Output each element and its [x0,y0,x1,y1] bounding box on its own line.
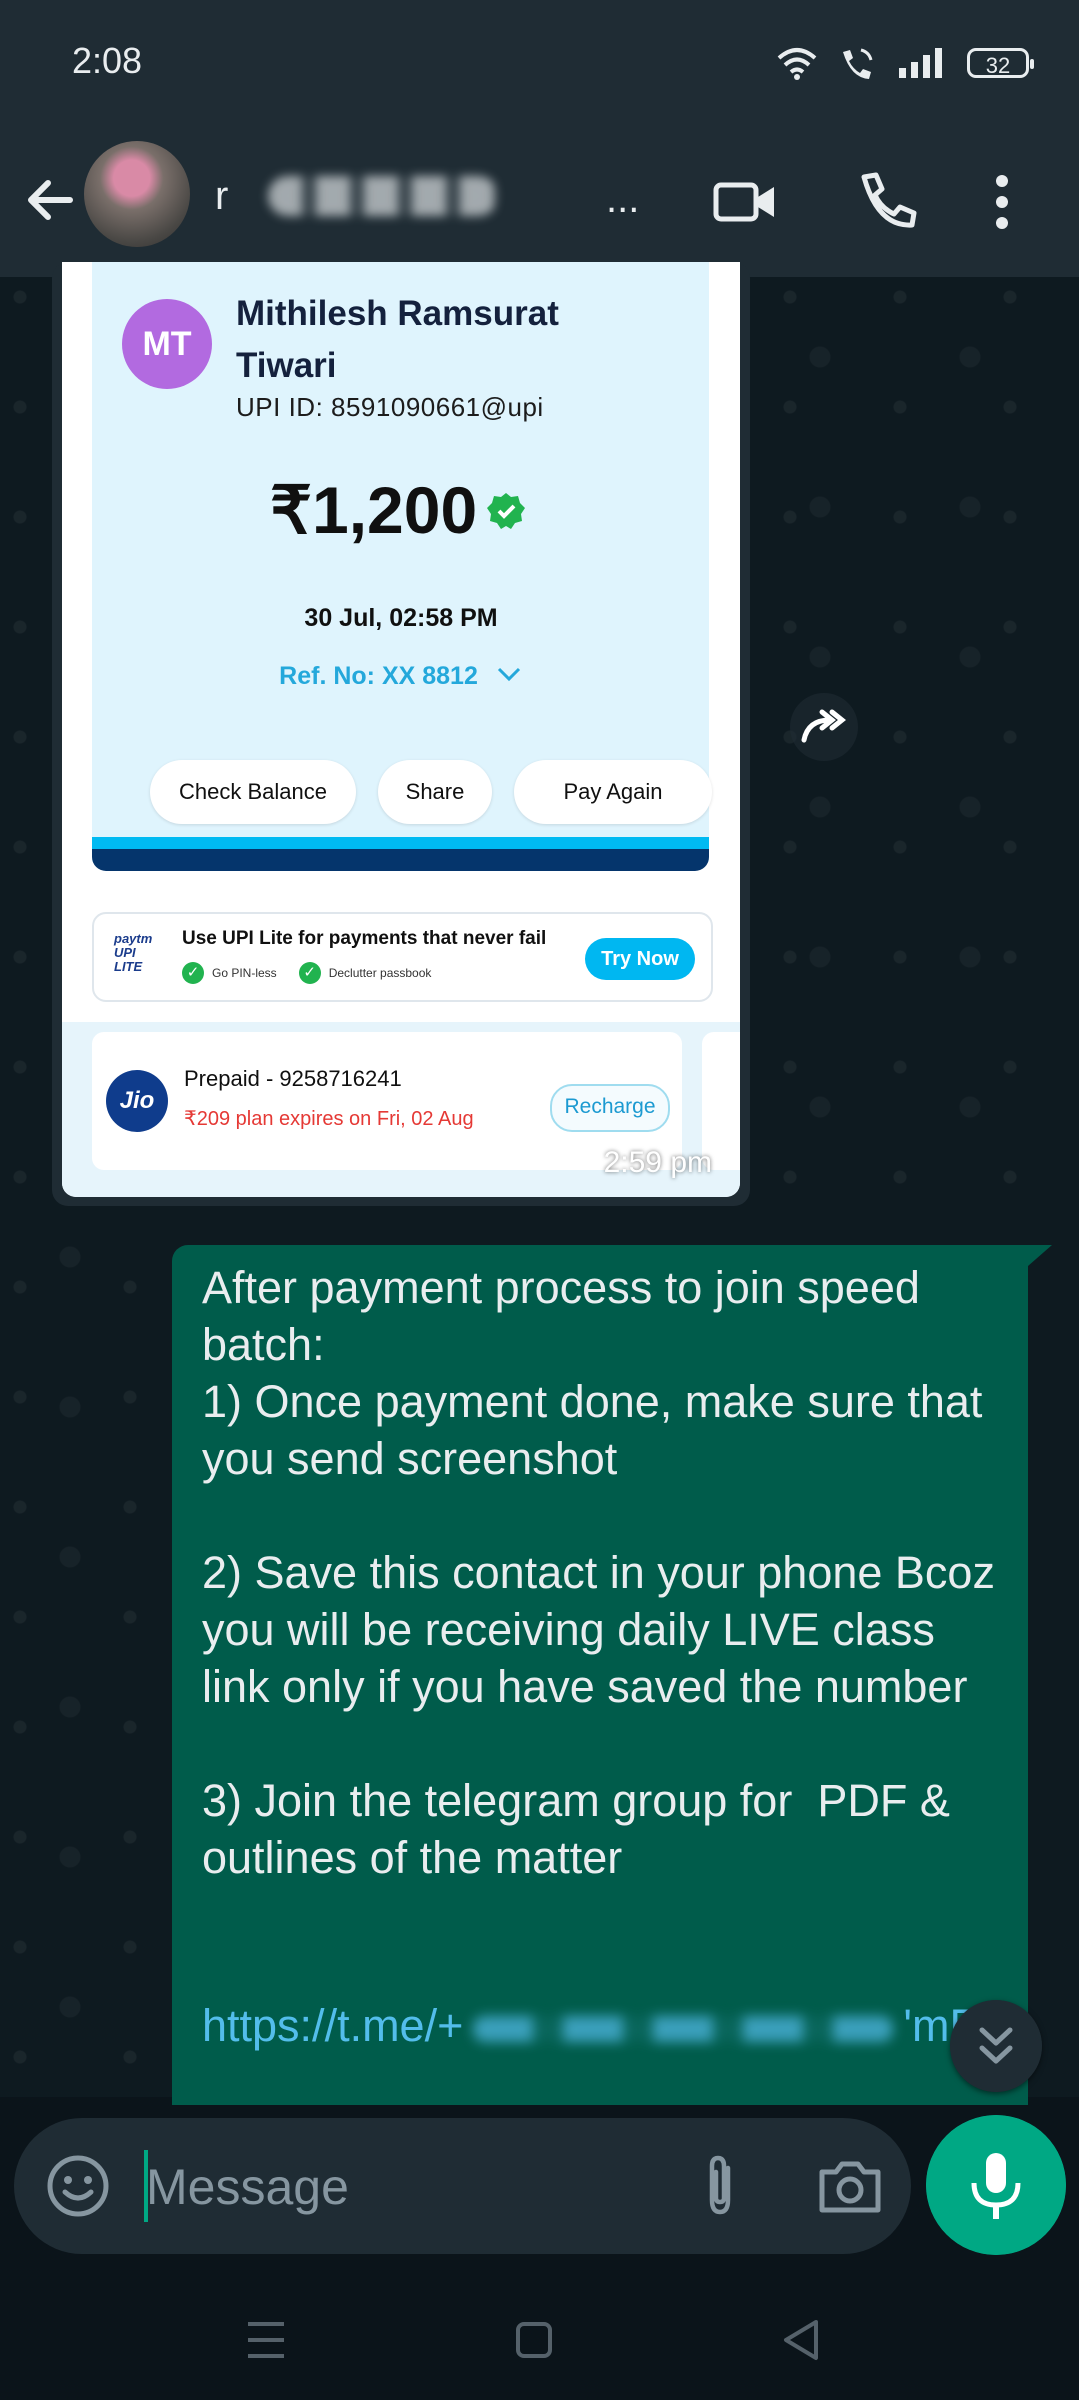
check-icon: ✓ [182,962,204,984]
message-time: 2:59 pm [603,1146,712,1179]
recharge-button: Recharge [550,1084,670,1132]
link-start: https://t.me/+ [202,2000,464,2051]
try-now-button: Try Now [585,938,695,980]
microphone-button[interactable] [926,2115,1066,2255]
scroll-to-bottom-button[interactable] [950,2000,1042,2092]
status-time: 2:08 [72,40,143,81]
video-call-icon[interactable] [712,169,778,235]
payment-datetime: 30 Jul, 02:58 PM [304,604,498,632]
telegram-link[interactable]: https://t.me/+'mE9 [202,2000,1005,2052]
receipt-accent-bar [92,837,709,849]
jio-plan-title: Prepaid - 9258716241 [184,1066,402,1091]
upi-lite-promo: paytm UPI LITE Use UPI Lite for payments… [92,912,713,1002]
outgoing-message[interactable]: After payment process to join speed batc… [172,1245,1028,2105]
reference-text: Ref. No: XX 8812 [279,662,478,690]
status-bar: 2:08 32 [0,0,1079,125]
payment-screenshot[interactable]: MT Mithilesh Ramsurat Tiwari UPI ID: 859… [62,262,740,1197]
reference-number: Ref. No: XX 8812 [62,662,740,691]
wifi-icon [777,48,817,80]
upi-id: UPI ID: 8591090661@upi [236,392,544,422]
payee-avatar: MT [122,299,212,389]
payee-name: Mithilesh Ramsurat Tiwari [236,294,559,385]
more-options-icon[interactable] [982,169,1022,235]
signal-icon [899,48,942,78]
feature-label: Go PIN-less [212,966,277,980]
message-text: After payment process to join speed batc… [202,1262,995,1883]
paytm-upi-logo: paytm UPI LITE [114,931,153,974]
system-nav-bar [0,2290,1079,2400]
message-input[interactable] [144,2146,668,2228]
feature-label: Declutter passbook [328,966,432,980]
redacted-name [268,176,499,216]
contact-name-text: r [215,173,229,218]
recent-apps-icon[interactable] [236,2310,296,2370]
pay-again-button: Pay Again [514,760,712,824]
back-nav-icon[interactable] [772,2310,832,2370]
receipt-footer-bar [92,849,709,871]
check-balance-button: Check Balance [150,760,356,824]
contact-name[interactable]: r [215,161,625,231]
promo-features: ✓ Go PIN-less ✓ Declutter passbook [182,962,431,984]
share-button: Share [378,760,492,824]
chat-header: r ... [0,125,1079,277]
redacted-link [473,2016,894,2043]
forward-icon[interactable] [780,690,868,764]
message-composer [14,2118,911,2254]
attachment-icon[interactable] [684,2150,756,2222]
image-message[interactable]: MT Mithilesh Ramsurat Tiwari UPI ID: 859… [52,262,750,1206]
voice-call-icon[interactable] [854,169,920,235]
payment-amount: ₹1,200 [270,473,478,547]
emoji-icon[interactable] [44,2152,112,2220]
promo-text: Use UPI Lite for payments that never fai… [182,928,547,949]
jio-logo: Jio [106,1070,168,1132]
jio-plan-expiry: ₹209 plan expires on Fri, 02 Aug [184,1108,474,1130]
jio-recharge-card: Jio Prepaid - 9258716241 ₹209 plan expir… [92,1032,682,1170]
contact-avatar[interactable] [84,141,190,247]
battery-icon: 32 [967,48,1034,78]
name-overflow-indicator: ... [606,177,640,221]
status-icons: 32 [777,40,1034,86]
camera-icon[interactable] [814,2150,886,2222]
back-arrow-icon[interactable] [22,165,82,235]
check-icon: ✓ [298,962,321,984]
verified-badge-icon [487,493,525,529]
home-icon[interactable] [504,2310,564,2370]
payment-receipt: MT Mithilesh Ramsurat Tiwari UPI ID: 859… [62,262,740,892]
wifi-calling-icon [843,48,873,79]
chevron-down-icon [497,667,520,682]
